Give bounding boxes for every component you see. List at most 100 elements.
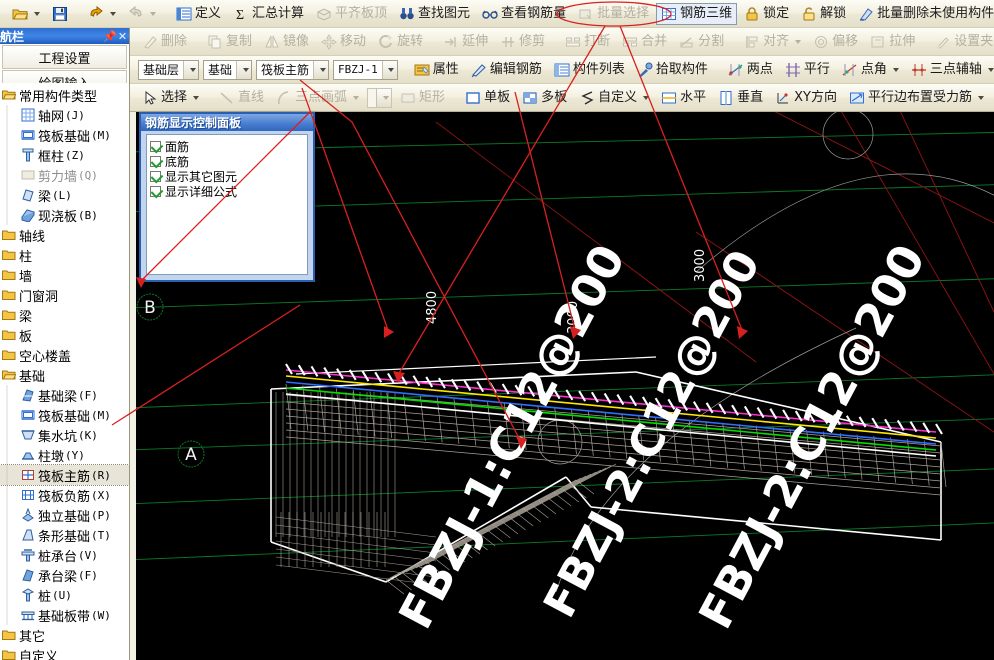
chevron-down-icon[interactable] — [987, 67, 994, 72]
chevron-down-icon[interactable] — [110, 11, 116, 16]
checkbox-show-detail-formula[interactable]: 显示详细公式 — [150, 184, 304, 199]
define-button[interactable]: 定义 — [171, 3, 226, 25]
tree-other[interactable]: 其它 — [0, 625, 129, 645]
view-rebar-qty-button[interactable]: 查看钢筋量 — [477, 3, 571, 25]
extend-button[interactable]: 延伸 — [438, 31, 493, 53]
save-button[interactable] — [47, 3, 73, 25]
chevron-down-icon[interactable] — [150, 11, 156, 16]
chevron-down-icon[interactable] — [183, 60, 199, 79]
rebar-3d-button[interactable]: 钢筋三维 — [656, 2, 738, 25]
line-tool[interactable]: 直线 — [214, 87, 269, 109]
open-file-button[interactable] — [7, 3, 45, 25]
split-button[interactable]: 分割 — [674, 31, 729, 53]
parallel-axis-button[interactable]: 平行 — [780, 59, 835, 81]
flush-slab-top-button[interactable]: 平齐板顶 — [311, 3, 392, 25]
chevron-down-icon[interactable] — [376, 88, 392, 107]
tree-sump[interactable]: 集水坑 (K) — [0, 425, 129, 445]
checkbox-show-other-elements[interactable]: 显示其它图元 — [150, 169, 304, 184]
tree-pile-cap[interactable]: 桩承台 (V) — [0, 545, 129, 565]
arc-option-select[interactable] — [367, 87, 393, 108]
tree-slab-folder[interactable]: 板 — [0, 325, 129, 345]
tree-column-pier[interactable]: 柱墩 (Y) — [0, 445, 129, 465]
chevron-down-icon[interactable] — [892, 67, 899, 72]
merge-button[interactable]: 合并 — [617, 31, 672, 53]
checkbox-icon[interactable] — [150, 186, 161, 197]
tree-shear-wall[interactable]: 剪力墙 (Q) — [0, 165, 129, 185]
offset-button[interactable]: 偏移 — [808, 31, 863, 53]
checkbox-bottom-rebar[interactable]: 底筋 — [150, 154, 304, 169]
chevron-down-icon[interactable] — [353, 95, 360, 100]
tree-raft-neg-rebar[interactable]: 筏板负筋 (X) — [0, 485, 129, 505]
align-button[interactable]: 对齐 — [739, 31, 806, 53]
redo-button[interactable] — [123, 3, 161, 25]
component-type-select[interactable]: 筏板主筋 — [256, 59, 330, 80]
three-point-aux-axis-button[interactable]: 三点辅轴 — [906, 59, 994, 81]
point-angle-button[interactable]: 点角 — [837, 59, 904, 81]
tree-pile[interactable]: 桩 (U) — [0, 585, 129, 605]
checkbox-top-rebar[interactable]: 面筋 — [150, 139, 304, 154]
properties-button[interactable]: 属性 — [409, 59, 464, 81]
component-tree[interactable]: 常用构件类型 轴网 (J) 筏板基础 (M) 框柱 (Z) 剪力墙 (Q) 梁 (L) 现浇板 (B) 轴… — [0, 83, 129, 660]
chevron-down-icon[interactable] — [236, 60, 252, 79]
batch-delete-unused-button[interactable]: 批量删除未使用构件 — [853, 3, 994, 25]
edit-rebar-button[interactable]: 编辑钢筋 — [466, 59, 547, 81]
tree-column[interactable]: 柱 — [0, 245, 129, 265]
rotate-button[interactable]: 旋转 — [373, 31, 428, 53]
category-select[interactable]: 基础 — [203, 59, 253, 80]
mirror-button[interactable]: 镜像 — [259, 31, 314, 53]
rebar-display-control-panel[interactable]: 钢筋显示控制面板 面筋 底筋 显示其它图元 显示详细公式 — [139, 112, 315, 282]
tree-custom[interactable]: 自定义 — [0, 645, 129, 660]
tree-foundation-strip[interactable]: 基础板带 (W) — [0, 605, 129, 625]
find-element-button[interactable]: 查找图元 — [394, 3, 475, 25]
tree-raft-foundation-2[interactable]: 筏板基础 (M) — [0, 405, 129, 425]
set-grip-button[interactable]: 设置夹点 — [930, 31, 994, 53]
rect-tool[interactable]: 矩形 — [395, 87, 450, 109]
tree-raft-foundation[interactable]: 筏板基础 (M) — [0, 125, 129, 145]
tree-foundation[interactable]: 基础 — [0, 365, 129, 385]
checkbox-icon[interactable] — [150, 141, 161, 152]
stretch-button[interactable]: 拉伸 — [865, 31, 920, 53]
tree-beam[interactable]: 梁 (L) — [0, 185, 129, 205]
chevron-down-icon[interactable] — [34, 11, 40, 16]
two-point-axis-button[interactable]: 两点 — [723, 59, 778, 81]
checkbox-icon[interactable] — [150, 156, 161, 167]
horizontal-tool[interactable]: 水平 — [656, 87, 711, 109]
parallel-edge-rebar-tool[interactable]: 平行边布置受力筋 — [844, 87, 989, 109]
lock-button[interactable]: 锁定 — [739, 3, 794, 25]
tree-beam-folder[interactable]: 梁 — [0, 305, 129, 325]
tree-common-types[interactable]: 常用构件类型 — [0, 85, 129, 105]
tree-raft-main-rebar[interactable]: 筏板主筋 (R) — [0, 464, 129, 486]
tree-frame-column[interactable]: 框柱 (Z) — [0, 145, 129, 165]
chevron-down-icon[interactable] — [643, 95, 650, 100]
unlock-button[interactable]: 解锁 — [796, 3, 851, 25]
trim-button[interactable]: 修剪 — [495, 31, 550, 53]
tree-door-window[interactable]: 门窗洞 — [0, 285, 129, 305]
select-tool[interactable]: 选择 — [137, 87, 204, 109]
tree-axis-network[interactable]: 轴网 (J) — [0, 105, 129, 125]
tree-foundation-beam[interactable]: 基础梁 (F) — [0, 385, 129, 405]
summary-calc-button[interactable]: Σ 汇总计算 — [228, 3, 309, 25]
tree-hollow-floor[interactable]: 空心楼盖 — [0, 345, 129, 365]
project-settings-button[interactable]: 工程设置 — [2, 45, 127, 69]
three-point-arc-tool[interactable]: 三点画弧 — [271, 87, 364, 109]
delete-button[interactable]: 删除 — [137, 31, 192, 53]
pick-component-button[interactable]: 拾取构件 — [632, 59, 713, 81]
floor-select[interactable]: 基础层 — [138, 59, 200, 80]
multi-slab-tool[interactable]: 多板 — [517, 87, 572, 109]
vertical-tool[interactable]: 垂直 — [713, 87, 768, 109]
copy-button[interactable]: 复制 — [202, 31, 257, 53]
member-select[interactable]: FBZJ-1 — [333, 59, 398, 80]
chevron-down-icon[interactable] — [978, 95, 985, 100]
checkbox-icon[interactable] — [150, 171, 161, 182]
tree-strip-foundation[interactable]: 条形基础 (T) — [0, 525, 129, 545]
chevron-down-icon[interactable] — [795, 39, 802, 44]
tree-axis-line[interactable]: 轴线 — [0, 225, 129, 245]
break-button[interactable]: 打断 — [560, 31, 615, 53]
chevron-down-icon[interactable] — [313, 60, 329, 79]
tree-cast-slab[interactable]: 现浇板 (B) — [0, 205, 129, 225]
single-slab-tool[interactable]: 单板 — [460, 87, 515, 109]
chevron-down-icon[interactable] — [381, 60, 397, 79]
component-list-button[interactable]: 构件列表 — [549, 59, 630, 81]
custom-tool[interactable]: 自定义 — [574, 87, 654, 109]
chevron-down-icon[interactable] — [193, 95, 200, 100]
